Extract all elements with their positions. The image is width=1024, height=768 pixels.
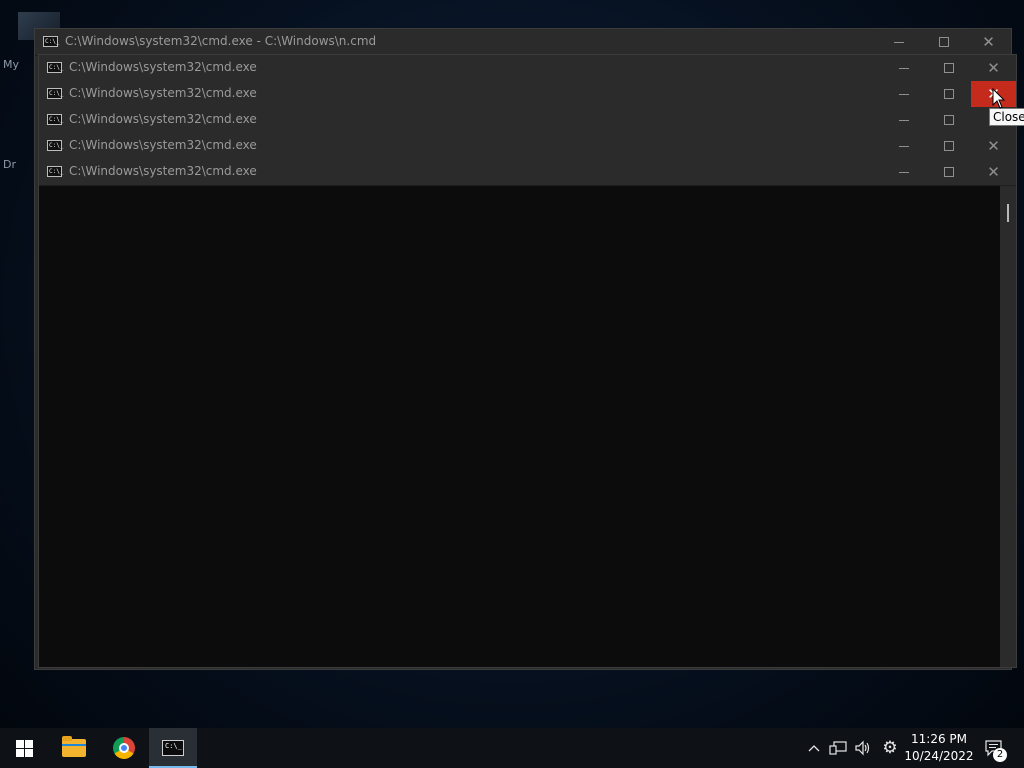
- maximize-button[interactable]: [926, 159, 971, 185]
- maximize-icon: [943, 141, 954, 151]
- maximize-button[interactable]: [926, 133, 971, 159]
- taskbar-chrome[interactable]: [100, 728, 148, 768]
- network-icon: [829, 741, 847, 755]
- window-titlebar[interactable]: C:\_ C:\Windows\system32\cmd.exe ✕: [39, 107, 1016, 134]
- window-titlebar[interactable]: C:\_ C:\Windows\system32\cmd.exe - C:\Wi…: [35, 29, 1011, 56]
- close-icon: ✕: [987, 162, 1000, 181]
- close-button[interactable]: ✕: [971, 159, 1016, 185]
- clock[interactable]: 11:26 PM 10/24/2022: [902, 731, 976, 765]
- maximize-button[interactable]: [926, 107, 971, 133]
- minimize-button[interactable]: [881, 81, 926, 107]
- speaker-icon: [855, 740, 870, 756]
- minimize-button[interactable]: [881, 133, 926, 159]
- cmd-icon: C:\_: [47, 62, 64, 73]
- clock-time: 11:26 PM: [911, 732, 967, 746]
- close-tooltip: Close: [989, 108, 1024, 126]
- mouse-cursor-icon: [992, 88, 1006, 109]
- folder-icon: [62, 736, 86, 757]
- window-titlebar[interactable]: C:\_ C:\Windows\system32\cmd.exe ✕: [39, 81, 1016, 108]
- minimize-button[interactable]: [881, 55, 926, 81]
- window-title: C:\Windows\system32\cmd.exe - C:\Windows…: [65, 34, 377, 48]
- cmd-icon: C:\_: [43, 36, 60, 47]
- window-titlebar[interactable]: C:\_ C:\Windows\system32\cmd.exe ✕: [39, 133, 1016, 160]
- maximize-icon: [943, 63, 954, 73]
- window-title: C:\Windows\system32\cmd.exe: [69, 86, 257, 100]
- window-titlebar[interactable]: C:\_ C:\Windows\system32\cmd.exe ✕: [39, 159, 1016, 186]
- maximize-icon: [938, 37, 949, 47]
- minimize-button[interactable]: [881, 107, 926, 133]
- minimize-icon: [893, 41, 904, 43]
- minimize-icon: [898, 93, 909, 95]
- notification-count-badge: 2: [993, 748, 1007, 762]
- window-title: C:\Windows\system32\cmd.exe: [69, 138, 257, 152]
- desktop-label-partial: My: [3, 58, 20, 71]
- maximize-icon: [943, 115, 954, 125]
- close-button[interactable]: ✕: [971, 55, 1016, 81]
- desktop-label-partial: Dr: [3, 158, 16, 171]
- taskbar: C:\_ ⚙ 11:26 PM 10/24/2022 2: [0, 728, 1024, 768]
- cmd-icon: C:\_: [47, 166, 64, 177]
- cmd-window-front[interactable]: C:\_ C:\Windows\system32\cmd.exe ✕ C:\_ …: [38, 54, 1017, 668]
- settings-button[interactable]: ⚙: [878, 728, 902, 768]
- chevron-up-icon: [808, 745, 820, 752]
- maximize-icon: [943, 89, 954, 99]
- gear-icon: ⚙: [882, 738, 898, 758]
- maximize-button[interactable]: [921, 29, 966, 55]
- close-icon: ✕: [987, 58, 1000, 77]
- minimize-icon: [898, 119, 909, 121]
- action-center-button[interactable]: [978, 728, 1010, 768]
- clock-date: 10/24/2022: [904, 749, 974, 763]
- taskbar-cmd[interactable]: C:\_: [149, 728, 197, 768]
- maximize-icon: [943, 167, 954, 177]
- maximize-button[interactable]: [926, 55, 971, 81]
- close-button[interactable]: ✕: [971, 133, 1016, 159]
- close-button[interactable]: ✕: [966, 29, 1011, 55]
- window-titlebar[interactable]: C:\_ C:\Windows\system32\cmd.exe ✕: [39, 55, 1016, 82]
- cmd-icon: C:\_: [47, 140, 64, 151]
- scrollbar-thumb[interactable]: [1007, 204, 1009, 222]
- window-title: C:\Windows\system32\cmd.exe: [69, 164, 257, 178]
- cmd-icon: C:\_: [162, 740, 184, 756]
- maximize-button[interactable]: [926, 81, 971, 107]
- minimize-icon: [898, 171, 909, 173]
- network-button[interactable]: [826, 728, 850, 768]
- taskbar-file-explorer[interactable]: [50, 728, 98, 768]
- cmd-icon: C:\_: [47, 114, 64, 125]
- console-output[interactable]: [39, 186, 1000, 667]
- close-icon: ✕: [982, 32, 995, 51]
- windows-logo-icon: [15, 739, 33, 757]
- volume-button[interactable]: [851, 728, 875, 768]
- minimize-button[interactable]: [881, 159, 926, 185]
- cmd-icon: C:\_: [47, 88, 64, 99]
- close-icon: ✕: [987, 136, 1000, 155]
- start-button[interactable]: [0, 728, 48, 768]
- minimize-icon: [898, 67, 909, 69]
- minimize-icon: [898, 145, 909, 147]
- window-title: C:\Windows\system32\cmd.exe: [69, 60, 257, 74]
- chrome-icon: [113, 737, 135, 759]
- window-title: C:\Windows\system32\cmd.exe: [69, 112, 257, 126]
- show-hidden-icons-button[interactable]: [804, 728, 824, 768]
- minimize-button[interactable]: [876, 29, 921, 55]
